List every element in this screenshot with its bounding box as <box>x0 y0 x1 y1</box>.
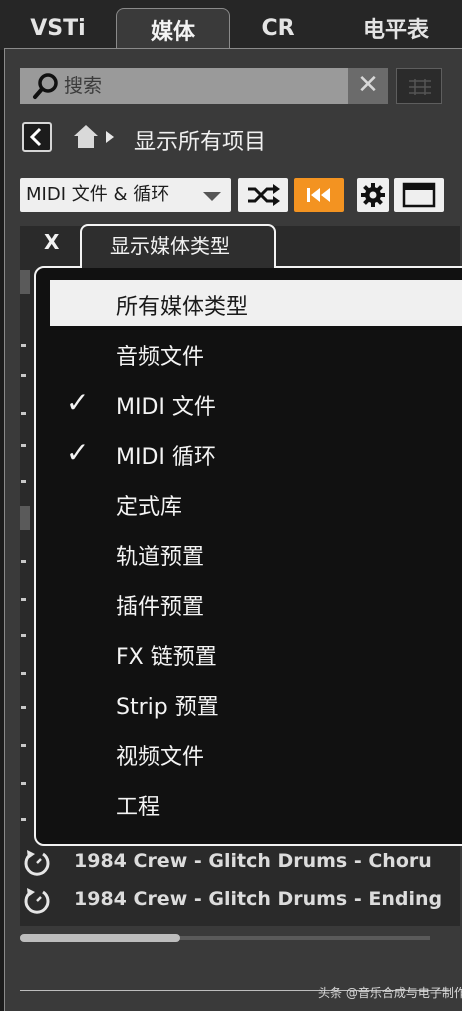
list-row-edge <box>21 672 26 675</box>
list-row-edge <box>21 782 26 785</box>
list-row-edge <box>21 634 26 637</box>
list-row-edge <box>21 598 26 601</box>
list-item[interactable]: 1984 Crew - Glitch Drums - Choru <box>20 846 450 880</box>
file-name: 1984 Crew - Glitch Drums - Choru <box>74 850 432 872</box>
menu-item-label: 工程 <box>116 795 161 820</box>
grid-icon <box>409 79 431 95</box>
menu-item-label: 插件预置 <box>116 595 205 620</box>
menu-item-label: MIDI 循环 <box>116 445 216 470</box>
menu-item[interactable]: 插件预置 <box>50 580 462 626</box>
popup-tab-joint <box>82 264 274 268</box>
shuffle-button[interactable] <box>238 178 288 212</box>
menu-item-label: Strip 预置 <box>116 695 219 720</box>
search-input[interactable] <box>64 68 364 104</box>
menu-item-label: 音频文件 <box>116 345 205 370</box>
search-icon <box>33 73 58 99</box>
home-icon[interactable] <box>72 122 100 150</box>
breadcrumb-label[interactable]: 显示所有项目 <box>134 124 266 156</box>
tab-cr[interactable]: CR <box>232 8 324 48</box>
tab-meters[interactable]: 电平表 <box>330 8 462 48</box>
list-row-edge <box>21 706 26 709</box>
list-row-edge <box>21 374 26 377</box>
menu-item[interactable]: 定式库 <box>50 480 462 526</box>
menu-item-label: MIDI 文件 <box>116 395 216 420</box>
popup-title: 显示媒体类型 <box>110 234 230 258</box>
media-type-select-value: MIDI 文件 & 循环 <box>26 184 170 205</box>
grid-view-button[interactable] <box>396 68 442 104</box>
list-row-edge <box>21 560 26 563</box>
menu-item[interactable]: 音频文件 <box>50 330 462 376</box>
back-button[interactable] <box>22 122 52 152</box>
close-popup-button[interactable]: X <box>44 230 59 254</box>
media-type-select[interactable]: MIDI 文件 & 循环 <box>20 178 231 212</box>
file-name: 1984 Crew - Glitch Drums - Ending <box>74 888 443 910</box>
settings-button[interactable] <box>357 178 389 212</box>
shuffle-icon <box>248 184 280 206</box>
chevron-down-icon <box>203 192 221 201</box>
list-row-edge <box>20 270 30 294</box>
menu-item[interactable]: Strip 预置 <box>50 680 462 726</box>
clear-search-button[interactable]: ✕ <box>348 68 388 104</box>
menu-item-label: 轨道预置 <box>116 545 205 570</box>
list-item[interactable]: 1984 Crew - Glitch Drums - Ending <box>20 884 450 918</box>
tab-media[interactable]: 媒体 <box>116 8 230 51</box>
list-row-edge <box>21 818 26 821</box>
menu-item-label: 定式库 <box>116 495 183 520</box>
list-row-edge <box>21 744 26 747</box>
window-icon <box>402 182 436 208</box>
menu-item-label: 所有媒体类型 <box>116 295 249 320</box>
menu-item[interactable]: 轨道预置 <box>50 530 462 576</box>
menu-item[interactable]: FX 链预置 <box>50 630 462 676</box>
menu-item-label: 视频文件 <box>116 745 205 770</box>
chevron-left-icon <box>29 127 42 147</box>
list-row-edge <box>21 412 26 415</box>
list-row-edge <box>20 506 30 530</box>
breadcrumb-arrow-icon <box>106 131 114 143</box>
watermark: 头条 @音乐合成与电子制作 <box>318 986 462 1000</box>
list-row-edge <box>21 480 26 483</box>
preview-window-button[interactable] <box>394 178 444 212</box>
tab-vsti[interactable]: VSTi <box>6 8 110 48</box>
gear-icon <box>361 183 385 207</box>
menu-item[interactable]: 工程 <box>50 780 462 826</box>
loop-icon <box>24 888 50 914</box>
list-row-edge <box>21 444 26 447</box>
list-row-edge <box>21 344 26 347</box>
menu-item[interactable]: ✓ MIDI 文件 <box>50 380 462 426</box>
menu-item[interactable]: 所有媒体类型 <box>50 280 462 326</box>
rewind-to-start-button[interactable] <box>294 178 344 212</box>
menu-item[interactable]: ✓ MIDI 循环 <box>50 430 462 476</box>
rewind-to-start-icon <box>307 188 330 202</box>
menu-item[interactable]: 视频文件 <box>50 730 462 776</box>
horizontal-scrollbar-thumb[interactable] <box>20 934 180 942</box>
menu-item-label: FX 链预置 <box>116 645 217 670</box>
check-icon: ✓ <box>66 386 90 419</box>
check-icon: ✓ <box>66 436 90 469</box>
search-box[interactable] <box>20 68 388 104</box>
loop-icon <box>24 850 50 876</box>
